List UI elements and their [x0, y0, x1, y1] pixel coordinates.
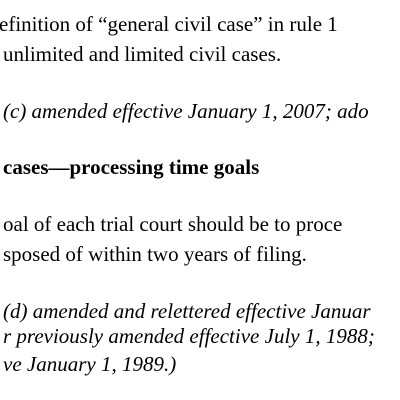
paragraph-goal-line-2: sposed of within two years of filing. [3, 242, 307, 266]
section-heading: cases—processing time goals [3, 155, 260, 179]
amendment-note-d-line-1: (d) amended and relettered effective Jan… [3, 299, 371, 323]
paragraph-goal-line-1: oal of each trial court should be to pro… [3, 212, 343, 236]
amendment-note-c: (c) amended effective January 1, 2007; a… [3, 99, 369, 123]
amendment-note-d-line-2: r previously amended effective July 1, 1… [3, 324, 375, 348]
paragraph-top-line-2: unlimited and limited civil cases. [3, 42, 282, 66]
paragraph-top-line-1: efinition of “general civil case” in rul… [0, 12, 338, 36]
amendment-note-d-line-3: ve January 1, 1989.) [3, 352, 177, 376]
